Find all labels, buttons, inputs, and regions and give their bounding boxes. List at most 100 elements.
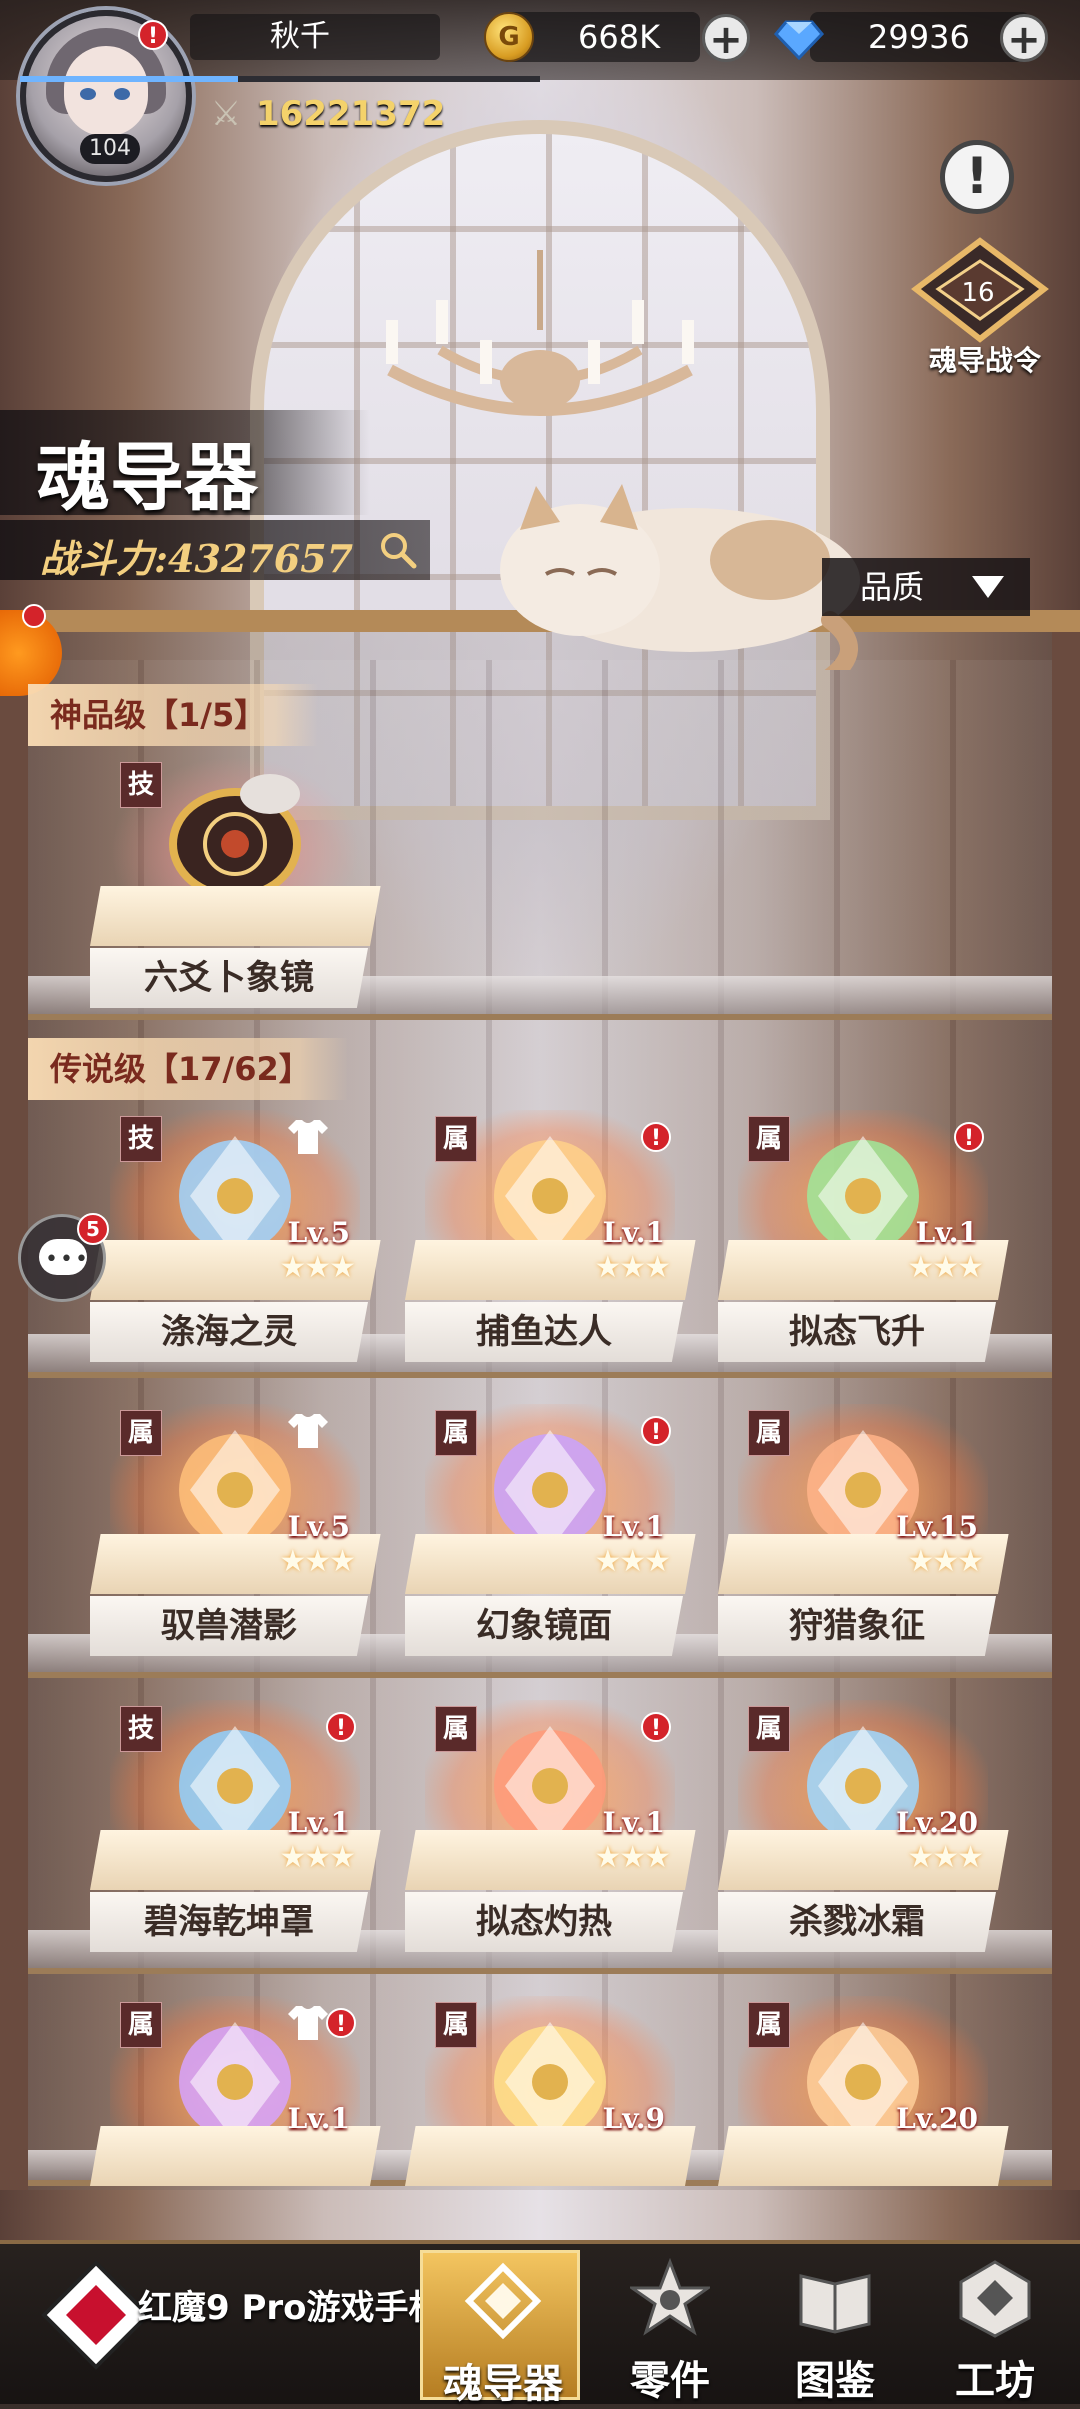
item-alert-badge: ! [641,1712,671,1742]
page-title: 魂导器 [36,435,258,521]
item-name: 碧海乾坤罩 [90,1892,368,1952]
item-type-tag: 属 [435,2002,477,2048]
item-name: 涤海之灵 [90,1302,368,1362]
crossed-swords-icon: ⚔ [210,94,242,134]
experience-fill [20,76,239,82]
tshirt-icon [288,2006,328,2040]
avatar-alert-badge: ! [138,20,168,50]
chat-button[interactable]: ••• 5 [18,1213,109,1302]
chandelier-decoration [386,250,694,416]
item-level: Lv.20 [896,1806,978,1839]
parts-icon [630,2258,710,2336]
section-label-divine: 神品级【1/5】 [28,684,318,746]
section-label-legendary: 传说级【17/62】 [28,1038,348,1100]
item-type-tag: 属 [435,1410,477,1456]
item-card[interactable]: 属! Lv.1 ★★★ 捕鱼达人 [405,1110,696,1370]
battle-pass-badge[interactable]: 16 魂导战令 [910,235,1050,385]
item-name: 六爻卜象镜 [90,948,368,1008]
item-name: 拟态灼热 [405,1892,683,1952]
player-level-badge: 104 [80,134,140,164]
item-type-tag: 属 [120,1410,162,1456]
item-stars: ★★★ [279,1250,356,1285]
soul-device-icon [464,2262,542,2340]
brand-watermark: 红魔9 Pro游戏手机 [138,2288,443,2328]
item-level: Lv.1 [602,1510,665,1543]
sleeping-cat-mascot [500,484,860,670]
add-diamond-button[interactable]: + [1000,14,1048,63]
item-type-tag: 属 [435,1706,477,1752]
item-alert-badge: ! [954,1122,984,1152]
item-type-tag: 技 [120,1706,162,1752]
item-card[interactable]: 属! Lv.1 ★★★ 拟态灼热 [405,1700,696,1960]
item-card[interactable]: 属 Lv.20 ★★★ 杀戮冰霜 [718,1700,1009,1960]
tab-label: 零件 [630,2357,710,2404]
tab-parts[interactable]: 零件 [590,2250,750,2404]
item-type-tag: 属 [748,2002,790,2048]
battle-pass-label: 魂导战令 [928,344,1041,377]
tshirt-icon [288,1120,328,1154]
item-name: 杀戮冰霜 [718,1892,996,1952]
item-stars: ★★★ [907,1840,984,1875]
item-card[interactable]: 技 Lv.5 ★★★ 涤海之灵 [90,1110,381,1370]
gold-amount: 668K [578,18,661,56]
tshirt-icon [288,1414,328,1448]
item-level: Lv.1 [287,2102,350,2135]
diamond-currency: 29936 [810,12,1030,62]
quality-filter-label: 品质 [860,568,925,606]
avatar-eye [114,88,130,100]
item-name: 驭兽潜影 [90,1596,368,1656]
item-card[interactable]: 属! Lv.1 ★★★ 拟态飞升 [718,1110,1009,1370]
tab-codex[interactable]: 图鉴 [755,2250,915,2404]
info-button[interactable]: ! [940,140,1014,214]
battle-pass-level: 16 [961,278,995,308]
tab-soul-device[interactable]: 魂导器 [420,2250,580,2407]
item-type-tag: 属 [748,1706,790,1752]
workshop-icon [959,2260,1031,2338]
item-pedestal [718,2126,1009,2186]
chat-dots: ••• [45,1247,90,1272]
diamond-icon [774,20,824,61]
item-type-tag: 属 [748,1410,790,1456]
item-type-tag: 技 [120,1116,162,1162]
item-level: Lv.15 [896,1510,978,1543]
item-card[interactable]: 技 六爻卜象镜 [90,756,381,1016]
item-name: 捕鱼达人 [405,1302,683,1362]
item-card[interactable]: 属 Lv.5 ★★★ 驭兽潜影 [90,1404,381,1664]
item-stars: ★★★ [594,1250,671,1285]
item-alert-badge: ! [326,2008,356,2038]
item-stars: ★★★ [907,1544,984,1579]
tab-workshop[interactable]: 工坊 [915,2250,1075,2404]
item-name: 幻象镜面 [405,1596,683,1656]
item-card[interactable]: 属 Lv.15 ★★★ 狩猎象征 [718,1404,1009,1664]
avatar-eye [80,88,96,100]
player-power-value: 16221372 [256,94,446,134]
add-gold-button[interactable]: + [702,14,750,63]
item-stars: ★★★ [594,1544,671,1579]
item-level: Lv.20 [896,2102,978,2135]
item-card[interactable]: 属! Lv.1 [90,1996,381,2256]
coin-icon: G [484,12,534,62]
item-type-tag: 属 [435,1116,477,1162]
item-level: Lv.1 [915,1216,978,1249]
tab-label: 工坊 [955,2357,1035,2404]
item-alert-badge: ! [326,1712,356,1742]
item-card[interactable]: 属! Lv.1 ★★★ 幻象镜面 [405,1404,696,1664]
item-name: 拟态飞升 [718,1302,996,1362]
tab-label: 图鉴 [795,2357,875,2404]
item-pedestal [90,886,381,946]
item-stars: ★★★ [907,1250,984,1285]
quality-filter-button[interactable]: 品质 [822,558,1030,616]
tab-label: 魂导器 [443,2360,563,2407]
search-icon[interactable] [378,530,418,570]
diamond-amount: 29936 [868,18,970,56]
chat-unread-badge: 5 [77,1213,109,1245]
experience-bar [20,76,540,82]
combat-power-value: 战斗力:4327657 [40,536,354,581]
item-pedestal [405,2126,696,2186]
item-card[interactable]: 属 Lv.9 [405,1996,696,2256]
item-pedestal [90,2126,381,2186]
item-card[interactable]: 属 Lv.20 [718,1996,1009,2256]
item-card[interactable]: 技! Lv.1 ★★★ 碧海乾坤罩 [90,1700,381,1960]
item-stars: ★★★ [279,1840,356,1875]
avatar-face [64,46,148,136]
